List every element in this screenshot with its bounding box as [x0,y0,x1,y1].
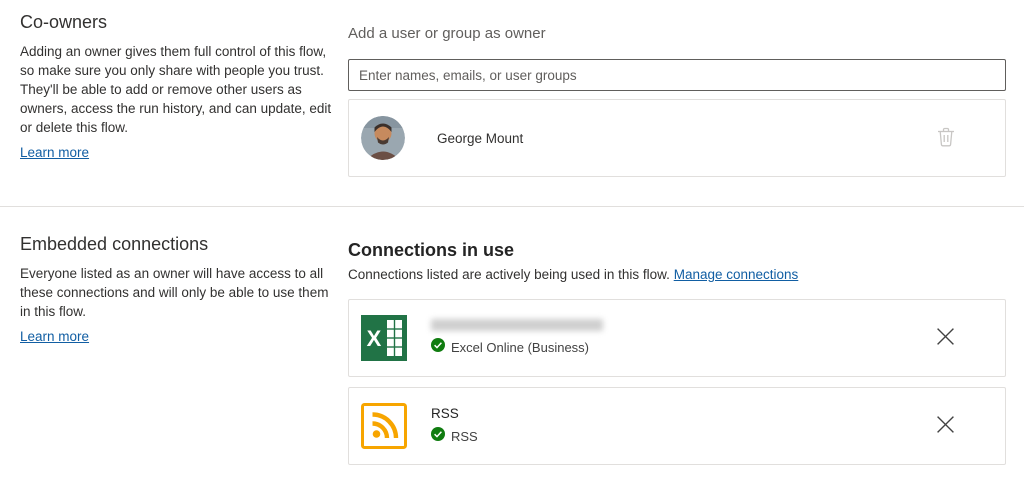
owner-search-input[interactable] [348,59,1006,91]
connection-row: X Excel Online (Business) [348,299,1006,377]
avatar [361,116,405,160]
connection-name: RSS [431,406,478,422]
coowners-title: Co-owners [20,12,332,33]
coowners-learn-more-link[interactable]: Learn more [20,145,89,160]
embedded-connections-info: Embedded connections Everyone listed as … [20,234,332,346]
delete-owner-button[interactable] [933,123,959,154]
owner-row: George Mount [348,99,1006,177]
dismiss-icon [936,415,955,437]
coowners-section-info: Co-owners Adding an owner gives them ful… [20,12,332,162]
dismiss-icon [936,327,955,349]
connections-in-use-title: Connections in use [348,240,1006,261]
embedded-connections-description: Everyone listed as an owner will have ac… [20,264,332,321]
svg-text:X: X [367,326,382,351]
add-owner-heading: Add a user or group as owner [348,24,1006,44]
embedded-connections-title: Embedded connections [20,234,332,255]
remove-connection-button[interactable] [932,323,959,353]
owner-name: George Mount [437,131,523,146]
connections-in-use-subtitle: Connections listed are actively being us… [348,266,1006,284]
remove-connection-button[interactable] [932,411,959,441]
add-owner-panel: Add a user or group as owner George Moun… [348,24,1006,177]
connected-check-icon [431,338,445,357]
connections-in-use-panel: Connections in use Connections listed ar… [348,240,1006,465]
rss-icon [361,403,407,449]
section-divider [0,206,1024,207]
excel-icon: X [361,315,407,361]
connected-check-icon [431,427,445,446]
connection-type: Excel Online (Business) [451,340,589,355]
connection-account-redacted [431,319,603,331]
manage-connections-link[interactable]: Manage connections [674,267,799,282]
coowners-description: Adding an owner gives them full control … [20,42,332,137]
connection-type: RSS [451,429,478,444]
embedded-connections-learn-more-link[interactable]: Learn more [20,329,89,344]
connection-row: RSS RSS [348,387,1006,465]
trash-icon [937,127,955,150]
